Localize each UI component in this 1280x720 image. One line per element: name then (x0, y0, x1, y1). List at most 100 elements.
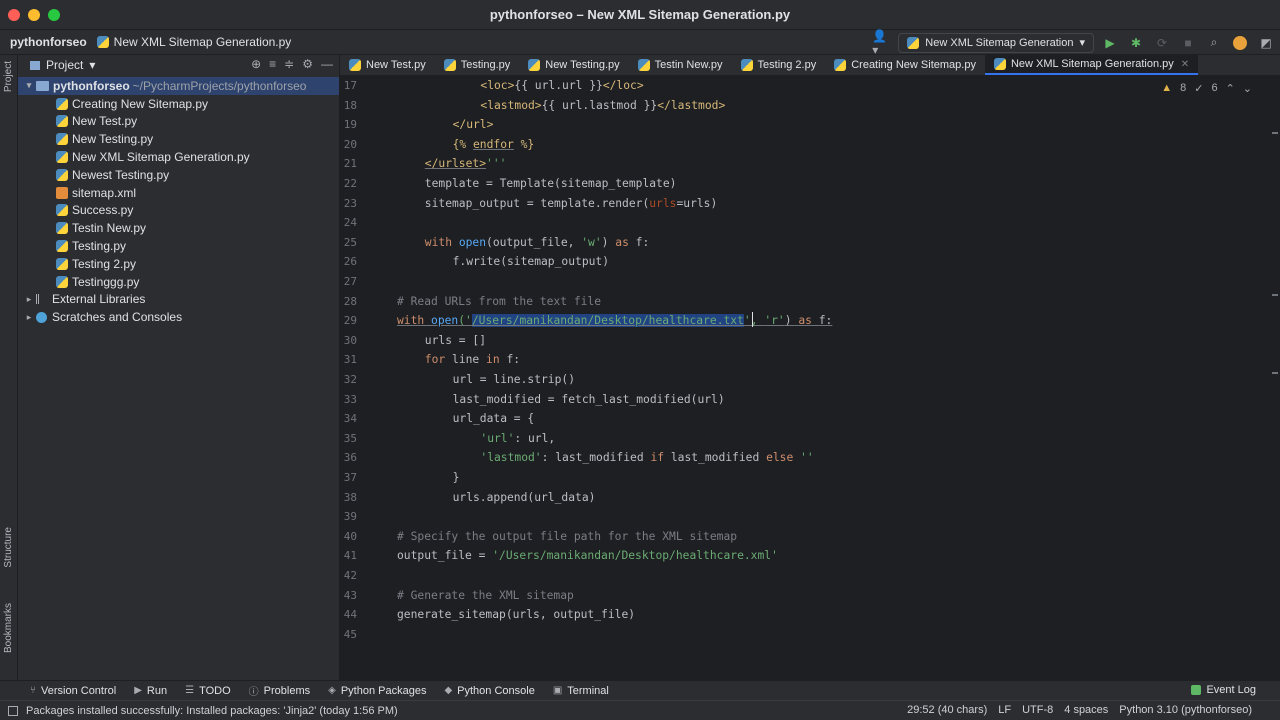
python-console-button[interactable]: ◆ Python Console (444, 685, 534, 697)
line-number: 44 (343, 608, 357, 622)
user-icon[interactable]: 👤▾ (872, 29, 892, 57)
breadcrumb-project[interactable]: pythonforseo (10, 35, 87, 49)
library-icon (36, 294, 48, 305)
chevron-down-icon[interactable]: ⌄ (1243, 82, 1252, 95)
jetbrains-icon[interactable]: ◩ (1256, 33, 1276, 53)
editor-scrollbar[interactable] (1270, 76, 1280, 680)
tab-testing[interactable]: Testing.py (435, 55, 520, 75)
selected-text[interactable]: /Users/manikandan/Desktop/healthcare.txt (471, 314, 744, 328)
caret-position[interactable]: 29:52 (40 chars) (907, 704, 987, 716)
run-tool-button[interactable]: ▶ Run (134, 685, 167, 697)
debug-icon[interactable]: ✱ (1126, 33, 1146, 53)
tab-testin-new[interactable]: Testin New.py (629, 55, 732, 75)
code-token: '' (800, 451, 814, 465)
tree-root-folder[interactable]: ▾ pythonforseo ~/PycharmProjects/pythonf… (18, 77, 339, 95)
tree-file[interactable]: Testing 2.py (18, 255, 339, 273)
chevron-down-icon[interactable]: ▾ (22, 80, 36, 91)
tree-file[interactable]: Creating New Sitemap.py (18, 95, 339, 113)
chevron-down-icon[interactable]: ▾ (89, 58, 95, 72)
line-number: 35 (343, 431, 357, 445)
close-tab-icon[interactable]: ✕ (1181, 59, 1189, 70)
file-encoding[interactable]: UTF-8 (1022, 704, 1053, 716)
event-log-button[interactable]: Event Log (1191, 684, 1256, 696)
code-token: 'w' (581, 235, 602, 249)
tab-testing-2[interactable]: Testing 2.py (732, 55, 826, 75)
python-interpreter[interactable]: Python 3.10 (pythonforseo) (1119, 704, 1252, 716)
run-configuration-select[interactable]: New XML Sitemap Generation ▾ (898, 32, 1094, 53)
terminal-button[interactable]: ▣ Terminal (553, 685, 609, 697)
window-title: pythonforseo – New XML Sitemap Generatio… (489, 7, 791, 22)
terminal-icon: ▣ (552, 685, 563, 696)
project-panel-title[interactable]: Project (46, 58, 83, 72)
structure-tool-button[interactable]: Structure (3, 527, 14, 568)
line-number: 22 (343, 177, 357, 190)
tree-file[interactable]: New Testing.py (18, 130, 339, 148)
close-window-button[interactable] (8, 9, 20, 21)
code-token: {{ url.url }} (514, 79, 603, 92)
status-message[interactable]: Packages installed successfully: Install… (26, 705, 398, 717)
chevron-right-icon[interactable]: ▸ (22, 294, 36, 305)
indent-setting[interactable]: 4 spaces (1064, 704, 1108, 716)
tab-new-test[interactable]: New Test.py (340, 55, 435, 75)
expand-all-icon[interactable]: ≡ (269, 57, 276, 71)
python-file-icon (443, 59, 456, 71)
tree-file[interactable]: Newest Testing.py (18, 166, 339, 184)
hide-icon[interactable]: — (321, 57, 333, 71)
code-token: ', (743, 314, 765, 328)
chevron-up-icon[interactable]: ⌃ (1226, 82, 1235, 95)
coverage-icon[interactable]: ⟳ (1152, 33, 1172, 53)
tab-label: New XML Sitemap Generation.py (1010, 58, 1174, 70)
tree-external-libraries[interactable]: ▸ External Libraries (18, 291, 339, 309)
tree-scratches[interactable]: ▸ Scratches and Consoles (18, 308, 339, 326)
tree-file[interactable]: sitemap.xml (18, 184, 339, 202)
tree-file[interactable]: New Test.py (18, 113, 339, 131)
code-token: =urls) (676, 196, 718, 210)
scratches-icon (36, 311, 47, 323)
status-widgets: 29:52 (40 chars) LF UTF-8 4 spaces Pytho… (907, 704, 1252, 716)
tab-label: Testing.py (460, 59, 511, 71)
tab-creating-new-sitemap[interactable]: Creating New Sitemap.py (825, 55, 985, 75)
tree-file[interactable]: New XML Sitemap Generation.py (18, 148, 339, 166)
python-file-icon (56, 151, 68, 164)
python-packages-button[interactable]: ◈ Python Packages (328, 685, 426, 697)
line-separator[interactable]: LF (998, 704, 1011, 716)
tree-file[interactable]: Testinggg.py (18, 273, 339, 291)
python-file-icon (56, 222, 68, 235)
todo-button[interactable]: ☰ TODO (185, 685, 231, 697)
scroll-marker (1272, 294, 1278, 296)
python-file-icon (56, 168, 68, 181)
code-editor[interactable]: ▲ 8 ✓ 6 ⌃ ⌄ 17 18 19 20 21 22 23 24 25 26 27 28 29 30 31… (340, 76, 1270, 680)
line-number: 28 (343, 294, 357, 308)
tree-file[interactable]: Success.py (18, 202, 339, 220)
tree-file[interactable]: Testing.py (18, 237, 339, 255)
run-icon[interactable]: ▶ (1100, 33, 1120, 53)
code-token: f.write(sitemap_output) (452, 255, 610, 269)
locate-icon[interactable]: ⊕ (251, 57, 261, 71)
line-number: 32 (343, 373, 357, 386)
tree-file[interactable]: Testin New.py (18, 219, 339, 237)
problems-button[interactable]: ⓘ Problems (249, 683, 310, 699)
collapse-all-icon[interactable]: ≑ (284, 57, 294, 71)
version-control-button[interactable]: ⑂ Version Control (30, 685, 116, 697)
gear-icon[interactable]: ⚙ (302, 57, 313, 71)
code-line: generate_sitemap(urls, output_file) (397, 605, 635, 625)
code-token: 'url' (480, 431, 515, 445)
line-number: 41 (343, 549, 357, 563)
inspection-widget[interactable]: ▲ 8 ✓ 6 ⌃ ⌄ (1161, 82, 1252, 95)
stop-icon[interactable]: ■ (1178, 33, 1198, 53)
python-file-icon (56, 115, 68, 128)
status-widget-icon[interactable] (8, 705, 18, 716)
breadcrumb-file[interactable]: New XML Sitemap Generation.py (96, 35, 291, 49)
tab-new-xml-sitemap-generation[interactable]: New XML Sitemap Generation.py ✕ (984, 55, 1199, 75)
chevron-right-icon[interactable]: ▸ (22, 312, 36, 323)
updates-icon[interactable] (1230, 33, 1250, 53)
project-tool-button[interactable]: Project (3, 61, 14, 92)
search-icon[interactable]: ⌕ (1204, 33, 1224, 53)
tab-new-testing[interactable]: New Testing.py (519, 55, 628, 75)
maximize-window-button[interactable] (48, 9, 60, 21)
code-comment: # Read URLs from the text file (397, 294, 602, 308)
bookmarks-tool-button[interactable]: Bookmarks (3, 603, 14, 653)
line-number: 40 (343, 529, 357, 543)
event-log-icon (1191, 685, 1202, 695)
minimize-window-button[interactable] (28, 9, 40, 21)
